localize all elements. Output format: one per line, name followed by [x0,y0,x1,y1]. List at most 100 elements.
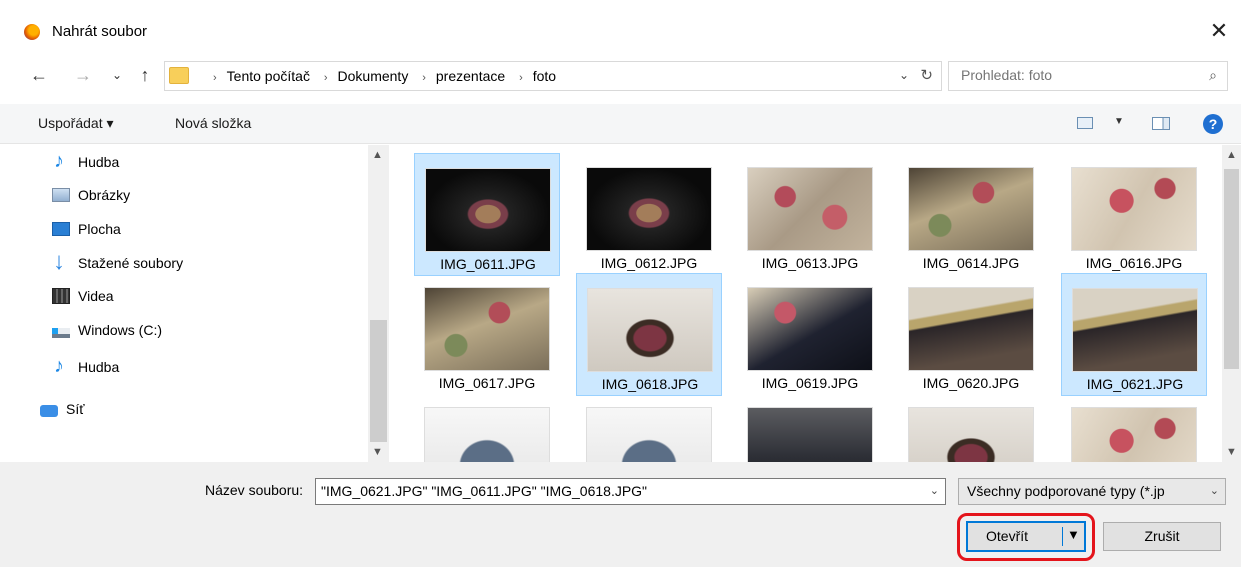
file-name: IMG_0614.JPG [922,255,1020,271]
file-tile[interactable] [414,393,560,462]
file-thumbnail [1072,288,1198,372]
command-bar: Uspořádat ▾ Nová složka ▼ ? [0,104,1241,144]
sidebar-item-label: Hudba [78,154,120,170]
file-name: IMG_0619.JPG [761,375,859,391]
sidebar-item-downloads[interactable]: Stažené soubory [52,248,183,276]
up-arrow-icon[interactable]: ↑ [134,64,156,86]
file-tile[interactable]: IMG_0611.JPG [414,153,560,276]
file-tile[interactable] [898,393,1044,462]
forward-arrow-icon[interactable]: → [72,64,94,86]
breadcrumb-prezentace[interactable]: prezentace [436,68,505,84]
scrollbar-thumb[interactable] [370,320,387,442]
back-arrow-icon[interactable]: ← [28,64,50,86]
sidebar-item-label: Obrázky [78,187,131,203]
breadcrumb: › Tento počítač › Dokumenty › prezentace › f… [203,68,556,84]
sidebar-item-label: Windows (C:) [78,322,163,338]
scroll-down-icon[interactable]: ▼ [1226,446,1237,458]
file-type-value: Všechny podporované typy (*.jp [967,483,1165,499]
scroll-up-icon[interactable]: ▲ [372,149,383,161]
file-thumbnail [424,407,550,462]
filename-field[interactable]: "IMG_0621.JPG" "IMG_0611.JPG" "IMG_0618.… [315,478,946,505]
recent-locations-icon[interactable]: ⌄ [106,64,128,86]
file-tile[interactable]: IMG_0614.JPG [898,153,1044,276]
sidebar-item-network[interactable]: Síť [40,396,84,422]
file-tile[interactable]: IMG_0621.JPG [1061,273,1207,396]
split-divider [1062,527,1063,546]
preview-pane-icon[interactable] [1152,117,1170,130]
chevron-down-icon[interactable]: ⌄ [930,484,939,497]
videos-icon [52,288,70,304]
refresh-icon[interactable]: ↻ [920,66,933,84]
scrollbar-thumb[interactable] [1224,169,1239,369]
scroll-up-icon[interactable]: ▲ [1226,149,1237,161]
file-name: IMG_0621.JPG [1086,376,1184,392]
file-tile[interactable]: IMG_0617.JPG [414,273,560,396]
sidebar-item-music[interactable]: Hudba [52,149,119,175]
help-icon[interactable]: ? [1203,114,1223,134]
view-dropdown-icon[interactable]: ▼ [1114,116,1124,127]
desktop-icon [52,222,70,236]
chevron-down-icon[interactable]: ⌄ [1210,484,1219,497]
file-tile[interactable] [1061,393,1207,462]
scroll-down-icon[interactable]: ▼ [372,446,383,458]
file-tile[interactable]: IMG_0620.JPG [898,273,1044,396]
breadcrumb-separator: › [422,72,426,84]
file-tile[interactable] [576,393,722,462]
file-type-select[interactable]: Všechny podporované typy (*.jp ⌄ [958,478,1226,505]
filename-label: Název souboru: [205,482,304,498]
sidebar-scrollbar[interactable]: ▲ ▼ [368,145,389,462]
file-thumbnail [747,287,873,371]
file-thumbnail [908,287,1034,371]
file-thumbnail [1071,167,1197,251]
sidebar-item-music-2[interactable]: Hudba [52,354,119,380]
file-thumbnail [908,407,1034,462]
music-icon [52,355,70,378]
cancel-button[interactable]: Zrušit [1103,522,1221,551]
file-tile[interactable]: IMG_0616.JPG [1061,153,1207,276]
file-list-scrollbar[interactable]: ▲ ▼ [1222,145,1241,462]
title-bar: Nahrát soubor ✕ [0,0,1241,43]
file-thumbnail [747,167,873,251]
open-button[interactable]: Otevřít ▼ [966,521,1086,552]
change-view-icon[interactable] [1077,117,1093,129]
sidebar-item-pictures[interactable]: Obrázky [52,182,130,208]
file-tile[interactable]: IMG_0618.JPG [576,273,722,396]
window-title: Nahrát soubor [52,23,148,40]
folder-icon [169,67,189,84]
sidebar-item-windows-c[interactable]: Windows (C:) [52,317,162,343]
search-icon[interactable]: ⌕ [1209,67,1217,84]
new-folder-button[interactable]: Nová složka [175,115,251,131]
open-button-label: Otevřít [986,528,1029,544]
file-thumbnail [908,167,1034,251]
breadcrumb-separator: › [519,72,523,84]
file-name: IMG_0611.JPG [440,256,536,272]
file-thumbnail [747,407,873,462]
address-dropdown-icon[interactable]: ⌄ [899,68,909,82]
sidebar-item-videos[interactable]: Videa [52,283,114,309]
file-tile[interactable] [737,393,883,462]
file-tile[interactable]: IMG_0613.JPG [737,153,883,276]
sidebar-item-label: Videa [78,288,114,304]
close-icon[interactable]: ✕ [1205,18,1233,46]
organize-button[interactable]: Uspořádat ▾ [38,115,114,132]
open-options-icon[interactable]: ▼ [1067,527,1080,542]
address-row: ← → ⌄ ↑ › Tento počítač › Dokumenty › preze… [0,56,1241,96]
file-thumbnail [1071,407,1197,462]
breadcrumb-separator: › [213,72,217,84]
search-box: ⌕ [948,61,1228,91]
file-tile[interactable]: IMG_0612.JPG [576,153,722,276]
breadcrumb-this-pc[interactable]: Tento počítač [227,68,310,84]
address-bar[interactable]: › Tento počítač › Dokumenty › prezentace › f… [164,61,942,91]
file-tile[interactable]: IMG_0619.JPG [737,273,883,396]
sidebar-item-desktop[interactable]: Plocha [52,216,121,242]
music-icon [52,150,70,173]
filename-value[interactable]: "IMG_0621.JPG" "IMG_0611.JPG" "IMG_0618.… [321,483,647,499]
breadcrumb-documents[interactable]: Dokumenty [338,68,409,84]
file-name: IMG_0612.JPG [600,255,698,271]
drive-icon [52,328,70,338]
breadcrumb-foto[interactable]: foto [533,68,556,84]
sidebar-item-label: Plocha [78,221,121,237]
pictures-icon [52,188,70,202]
search-input[interactable] [961,67,1181,83]
sidebar-item-label: Síť [66,401,85,417]
